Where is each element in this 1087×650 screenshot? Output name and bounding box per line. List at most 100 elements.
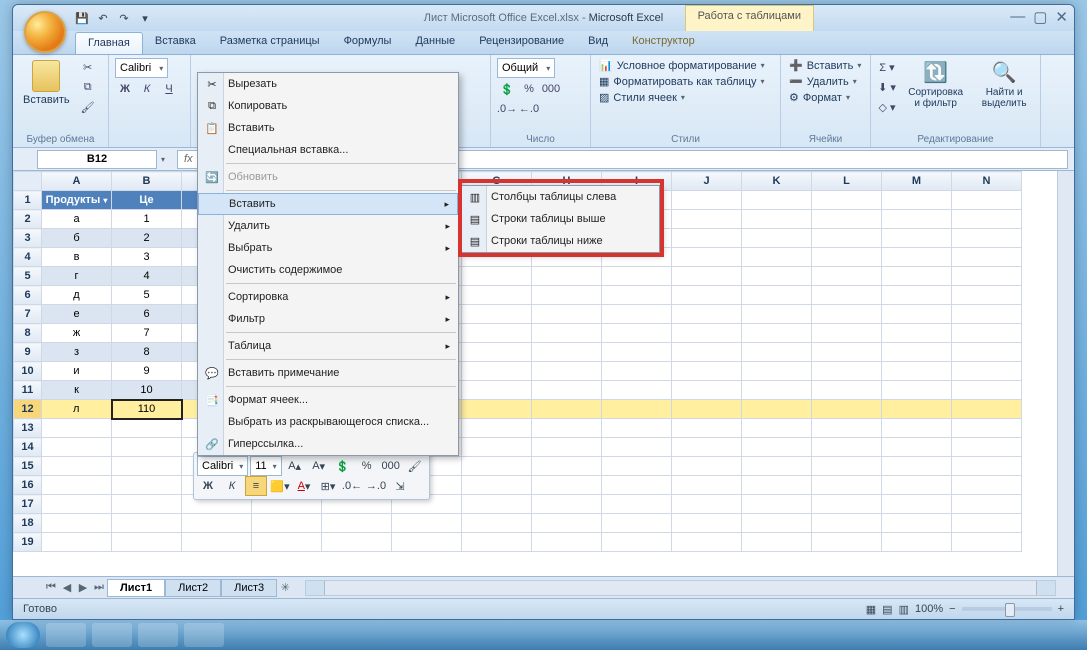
cell[interactable] (462, 438, 532, 457)
cell[interactable] (952, 267, 1022, 286)
row-header[interactable]: 8 (14, 324, 42, 343)
cell[interactable] (252, 533, 322, 552)
zoom-slider[interactable] (962, 607, 1052, 611)
cell[interactable] (742, 229, 812, 248)
submenu-rows-above[interactable]: ▤Строки таблицы выше (461, 208, 659, 230)
cell[interactable]: ж (42, 324, 112, 343)
taskbar-item[interactable] (138, 623, 178, 647)
cell[interactable] (252, 514, 322, 533)
cell[interactable] (532, 305, 602, 324)
cell[interactable] (882, 419, 952, 438)
cell[interactable] (952, 438, 1022, 457)
sheet-tab-2[interactable]: Лист2 (165, 579, 221, 597)
cell[interactable] (742, 476, 812, 495)
cell[interactable] (952, 476, 1022, 495)
cell[interactable]: 110 (112, 400, 182, 419)
cell[interactable] (882, 191, 952, 210)
cell[interactable] (672, 305, 742, 324)
cell[interactable] (532, 495, 602, 514)
row-header[interactable]: 11 (14, 381, 42, 400)
mini-increase-decimal-icon[interactable]: →.0 (365, 476, 387, 496)
cell[interactable] (602, 514, 672, 533)
undo-icon[interactable]: ↶ (94, 9, 112, 27)
cell[interactable] (952, 495, 1022, 514)
bold-button[interactable]: Ж (115, 80, 135, 98)
paste-button[interactable]: Вставить (19, 58, 74, 108)
cell[interactable] (672, 381, 742, 400)
cell[interactable] (742, 514, 812, 533)
italic-button[interactable]: К (137, 80, 157, 98)
cell[interactable] (532, 381, 602, 400)
ctx-copy[interactable]: ⧉Копировать (198, 95, 458, 117)
cell[interactable] (112, 476, 182, 495)
cell[interactable] (812, 457, 882, 476)
clear-icon[interactable]: ◇ ▾ (877, 98, 897, 116)
cell[interactable] (952, 286, 1022, 305)
cell[interactable] (462, 476, 532, 495)
cell[interactable] (42, 533, 112, 552)
cell[interactable] (602, 286, 672, 305)
cell[interactable] (882, 362, 952, 381)
cell[interactable] (742, 533, 812, 552)
cell[interactable]: 9 (112, 362, 182, 381)
sheet-tab-3[interactable]: Лист3 (221, 579, 277, 597)
row-header[interactable]: 7 (14, 305, 42, 324)
cell[interactable] (952, 343, 1022, 362)
cell[interactable] (952, 419, 1022, 438)
ctx-sort[interactable]: Сортировка▸ (198, 286, 458, 308)
tab-data[interactable]: Данные (403, 31, 467, 54)
cell[interactable] (742, 305, 812, 324)
cell[interactable] (742, 362, 812, 381)
cell[interactable]: 7 (112, 324, 182, 343)
cell[interactable] (742, 267, 812, 286)
cell[interactable] (742, 248, 812, 267)
font-family-combo[interactable]: Calibri▾ (115, 58, 168, 78)
row-header[interactable]: 9 (14, 343, 42, 362)
cell[interactable] (462, 267, 532, 286)
cell[interactable] (952, 457, 1022, 476)
ctx-hyperlink[interactable]: 🔗Гиперссылка... (198, 433, 458, 455)
cell[interactable] (602, 324, 672, 343)
cell[interactable] (672, 267, 742, 286)
cell[interactable] (952, 381, 1022, 400)
row-header[interactable]: 15 (14, 457, 42, 476)
cell[interactable] (812, 286, 882, 305)
percent-icon[interactable]: % (519, 80, 539, 98)
cell[interactable] (882, 343, 952, 362)
tab-view[interactable]: Вид (576, 31, 620, 54)
cell[interactable] (952, 248, 1022, 267)
cell[interactable] (112, 495, 182, 514)
cell[interactable] (532, 286, 602, 305)
cell[interactable] (812, 533, 882, 552)
taskbar-item[interactable] (184, 623, 224, 647)
cell[interactable] (882, 324, 952, 343)
mini-decrease-decimal-icon[interactable]: .0← (341, 476, 363, 496)
cell[interactable] (602, 457, 672, 476)
cell[interactable] (462, 343, 532, 362)
cell[interactable] (952, 324, 1022, 343)
mini-comma-icon[interactable]: 000 (380, 456, 402, 476)
mini-merge-icon[interactable]: ⇲ (389, 476, 411, 496)
cell[interactable]: 4 (112, 267, 182, 286)
cell[interactable] (112, 533, 182, 552)
cell[interactable] (812, 229, 882, 248)
cell[interactable] (672, 210, 742, 229)
view-normal-icon[interactable]: ▦ (866, 603, 876, 616)
cell[interactable] (672, 400, 742, 419)
mini-percent-icon[interactable]: % (356, 456, 378, 476)
zoom-level[interactable]: 100% (915, 603, 943, 615)
cell[interactable] (532, 267, 602, 286)
cell[interactable] (952, 305, 1022, 324)
cell[interactable] (952, 533, 1022, 552)
tab-formulas[interactable]: Формулы (332, 31, 404, 54)
cells-delete-button[interactable]: ➖ Удалить ▾ (787, 74, 859, 89)
cell[interactable]: 8 (112, 343, 182, 362)
row-header[interactable]: 12 (14, 400, 42, 419)
ctx-clear[interactable]: Очистить содержимое (198, 259, 458, 281)
col-header[interactable]: K (742, 172, 812, 191)
copy-icon[interactable]: ⧉ (78, 78, 98, 96)
col-header[interactable]: J (672, 172, 742, 191)
taskbar-item[interactable] (46, 623, 86, 647)
ctx-insert[interactable]: Вставить▸ (198, 193, 458, 215)
cell[interactable] (602, 362, 672, 381)
